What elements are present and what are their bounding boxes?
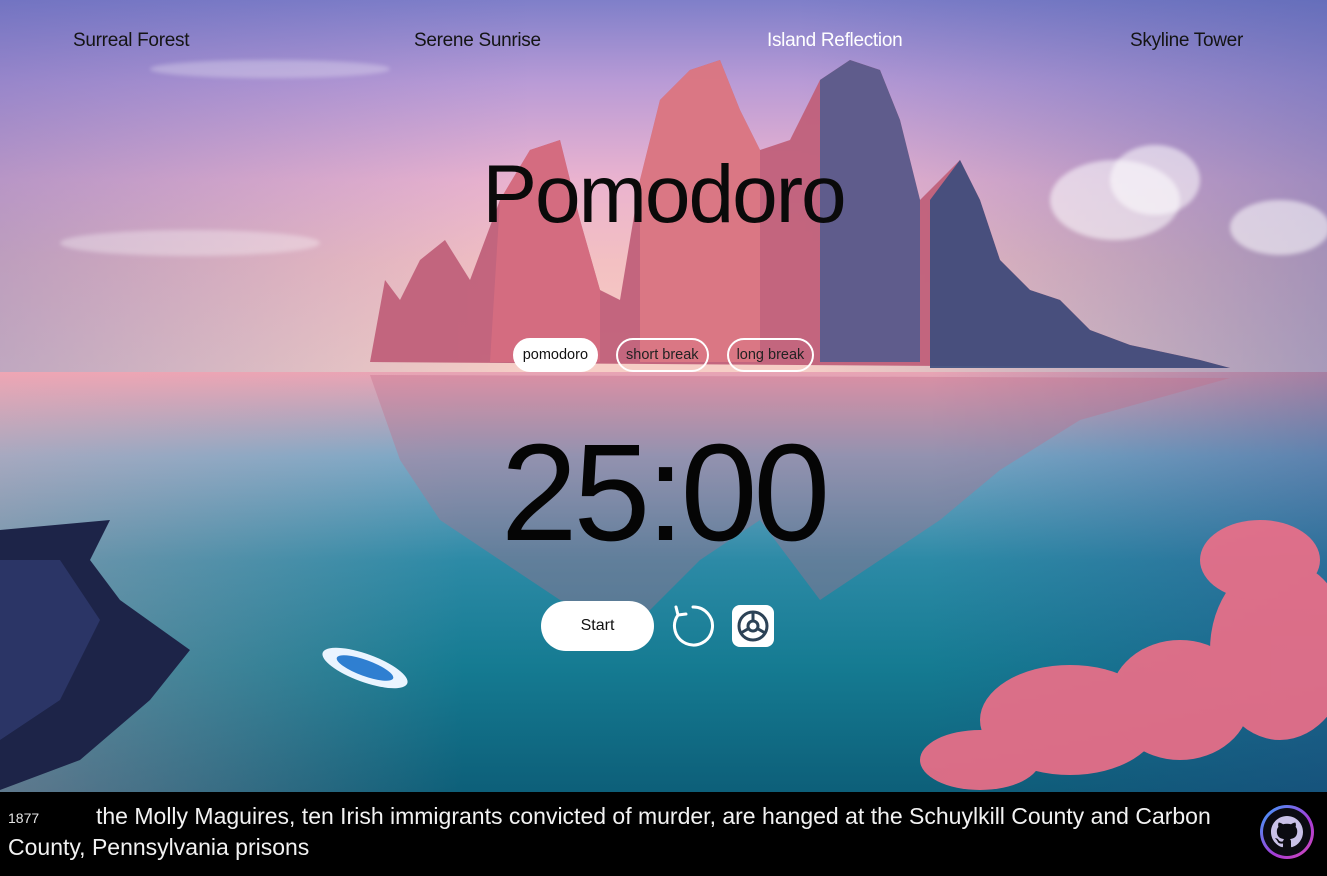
settings-icon xyxy=(737,610,769,642)
nav-item-serene-sunrise[interactable]: Serene Sunrise xyxy=(414,30,541,52)
fact-bar: 1877 the Molly Maguires, ten Irish immig… xyxy=(0,792,1327,876)
mode-selector: pomodoro short break long break xyxy=(0,338,1327,372)
nav-item-skyline-tower[interactable]: Skyline Tower xyxy=(1130,30,1243,52)
theme-nav: Surreal Forest Serene Sunrise Island Ref… xyxy=(0,30,1327,60)
settings-button[interactable] xyxy=(732,605,774,647)
reset-icon xyxy=(673,605,714,647)
background-scene xyxy=(0,0,1327,792)
reset-button[interactable] xyxy=(670,603,716,649)
github-link[interactable] xyxy=(1260,805,1314,859)
timer-display: 25:00 xyxy=(500,416,830,570)
nav-item-island-reflection[interactable]: Island Reflection xyxy=(767,30,903,52)
mode-pomodoro[interactable]: pomodoro xyxy=(512,338,599,372)
island-artwork xyxy=(0,60,1327,790)
github-icon xyxy=(1271,816,1303,848)
timer-controls: Start xyxy=(541,601,774,651)
mode-short-break[interactable]: short break xyxy=(616,338,709,372)
nav-item-surreal-forest[interactable]: Surreal Forest xyxy=(73,30,189,52)
page-title: Pomodoro xyxy=(482,149,846,240)
mode-long-break[interactable]: long break xyxy=(726,338,815,372)
fact-text: the Molly Maguires, ten Irish immigrants… xyxy=(8,803,1211,860)
start-button[interactable]: Start xyxy=(541,601,654,651)
